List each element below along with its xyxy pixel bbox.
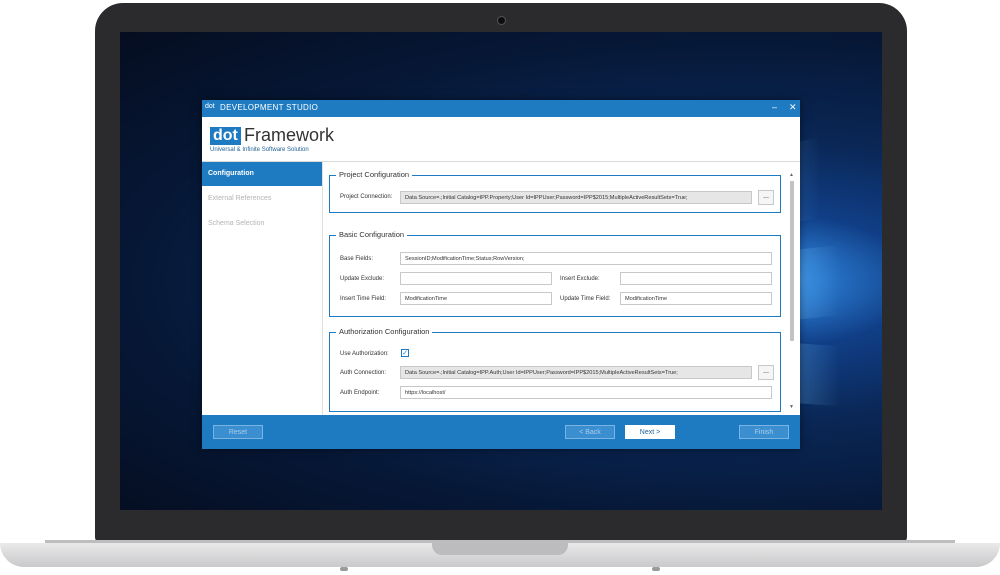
laptop-foot [340,567,348,571]
project-connection-label: Project Connection: [340,194,393,200]
close-button[interactable]: ✕ [789,102,797,113]
use-authorization-label: Use Authorization: [340,351,389,357]
project-configuration-group: Project Configuration Project Connection… [329,170,781,213]
scroll-down-icon[interactable]: ▼ [789,404,794,410]
logo-subtitle: Universal & Infinite Software Solution [210,147,309,153]
minimize-button[interactable]: – [772,102,777,112]
reset-button[interactable]: Reset [213,425,263,439]
basic-configuration-title: Basic Configuration [336,230,408,239]
app-window: dot DEVELOPMENT STUDIO – ✕ dot Framework… [202,100,800,449]
auth-connection-label: Auth Connection: [340,370,387,376]
title-bar: dot DEVELOPMENT STUDIO – ✕ [202,100,800,117]
laptop-foot [652,567,660,571]
update-time-field-input[interactable]: ModificationTime [620,292,772,305]
laptop-notch [432,543,568,555]
finish-button[interactable]: Finish [739,425,789,439]
base-fields-label: Base Fields: [340,256,374,262]
app-logo-icon: dot [205,103,215,110]
project-connection-browse-button[interactable]: ... [758,190,774,205]
auth-connection-browse-button[interactable]: ... [758,365,774,380]
scroll-up-icon[interactable]: ▲ [789,172,794,178]
insert-time-field-label: Insert Time Field: [340,296,387,302]
logo-dot: dot [210,127,241,145]
sidebar-item-schema-selection[interactable]: Schema Selection [202,212,322,236]
scroll-thumb[interactable] [790,181,794,341]
use-authorization-checkbox[interactable]: ✓ [401,349,409,357]
webcam [497,16,506,25]
vertical-scrollbar[interactable]: ▲ ▼ [788,172,796,412]
update-exclude-input[interactable] [400,272,552,285]
auth-endpoint-label: Auth Endpoint: [340,390,380,396]
update-exclude-label: Update Exclude: [340,276,385,282]
auth-connection-field[interactable]: Data Source=.;Initial Catalog=IPP.Auth;U… [400,366,752,379]
sidebar-item-external-references[interactable]: External References [202,187,322,211]
auth-endpoint-input[interactable]: https://localhost/ [400,386,772,399]
basic-configuration-group: Basic Configuration Base Fields: Session… [329,230,781,317]
authorization-configuration-group: Authorization Configuration Use Authoriz… [329,327,781,412]
footer-bar: Reset < Back Next > Finish [202,415,800,449]
project-connection-field[interactable]: Data Source=.;Initial Catalog=IPP.Proper… [400,191,752,204]
logo-framework: Framework [244,125,335,145]
insert-time-field-input[interactable]: ModificationTime [400,292,552,305]
back-button[interactable]: < Back [565,425,615,439]
next-button[interactable]: Next > [625,425,675,439]
window-title: DEVELOPMENT STUDIO [220,103,319,112]
base-fields-input[interactable]: SessionID;ModificationTime;Status;RowVer… [400,252,772,265]
main-panel: Project Configuration Project Connection… [323,162,800,415]
sidebar-item-configuration[interactable]: Configuration [202,162,322,186]
insert-exclude-input[interactable] [620,272,772,285]
header: dot Framework Universal & Infinite Softw… [202,117,800,162]
authorization-configuration-title: Authorization Configuration [336,327,433,336]
project-configuration-title: Project Configuration [336,170,413,179]
update-time-field-label: Update Time Field: [560,296,611,302]
sidebar: Configuration External References Schema… [202,162,323,415]
insert-exclude-label: Insert Exclude: [560,276,600,282]
